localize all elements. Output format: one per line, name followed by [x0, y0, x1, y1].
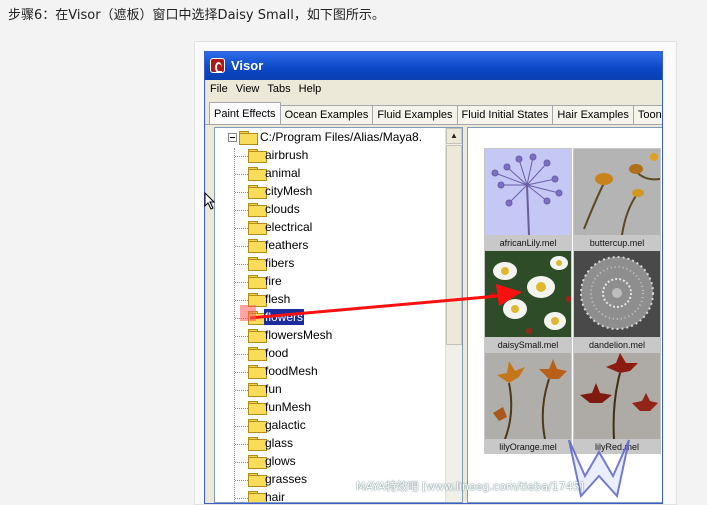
preset-caption: dandelion.mel — [588, 340, 646, 350]
tree-item-label: animal — [265, 166, 301, 180]
tree-item-label: glass — [265, 436, 294, 450]
root-path-label: C:/Program Files/Alias/Maya8. — [260, 130, 423, 144]
tree-item-label: clouds — [265, 202, 300, 216]
tree-branch-line — [235, 156, 248, 157]
tab-hair-examples[interactable]: Hair Examples — [552, 105, 634, 125]
tree-item-label: fun — [265, 382, 282, 396]
collapse-icon[interactable] — [228, 133, 237, 142]
tree-branch-line — [235, 498, 248, 499]
tree-item-label: flowersMesh — [265, 328, 333, 342]
scroll-thumb[interactable] — [446, 145, 462, 345]
tree-branch-line — [235, 444, 248, 445]
tree-branch-line — [235, 390, 248, 391]
preset-caption: buttercup.mel — [589, 238, 645, 248]
tree-branch-line — [235, 228, 248, 229]
menu-help[interactable]: Help — [294, 80, 325, 95]
tree-item-label: funMesh — [265, 400, 312, 414]
tree-guide-line — [234, 148, 235, 502]
tree-branch-line — [235, 282, 248, 283]
tree-item-label: feathers — [265, 238, 309, 252]
tree-branch-line — [235, 210, 248, 211]
tree-branch-line — [235, 480, 248, 481]
preset-african-lily[interactable]: africanLily.mel — [484, 148, 572, 250]
buttercup-image — [574, 149, 660, 235]
menu-file[interactable]: File — [205, 80, 231, 95]
tree-branch-line — [235, 372, 248, 373]
tree-branch-line — [235, 426, 248, 427]
preset-daisy-small[interactable]: daisySmall.mel — [484, 250, 572, 352]
tree-item-label: fibers — [265, 256, 295, 270]
daisy-small-image — [485, 251, 571, 337]
menu-view[interactable]: View — [231, 80, 263, 95]
tab-fluid-initial-states[interactable]: Fluid Initial States — [456, 105, 554, 125]
maya-app-icon — [210, 58, 225, 73]
tree-item-label: galactic — [265, 418, 306, 432]
lily-red-image — [574, 353, 660, 439]
tree-scrollbar[interactable]: ▲ — [445, 128, 462, 502]
folder-icon — [239, 131, 258, 145]
tree-item-label: electrical — [265, 220, 313, 234]
preset-caption: daisySmall.mel — [497, 340, 559, 350]
tree-item-label: hair — [265, 490, 286, 503]
watermark-text: MAYA特效吧 [www.lineeg.com/tieba/1745] — [356, 480, 584, 493]
tree-branch-line — [235, 354, 248, 355]
tab-toon[interactable]: Toon — [632, 105, 662, 125]
menu-tabs[interactable]: Tabs — [262, 80, 293, 95]
tree-branch-line — [235, 300, 248, 301]
preset-dandelion[interactable]: dandelion.mel — [573, 250, 661, 352]
dandelion-image — [574, 251, 660, 337]
tree-item-label: flowers — [264, 309, 305, 325]
tree-item-label: food — [265, 346, 289, 360]
tree-branch-line — [235, 408, 248, 409]
folder-tree: C:/Program Files/Alias/Maya8. airbrush an… — [214, 127, 463, 503]
preset-buttercup[interactable]: buttercup.mel — [573, 148, 661, 250]
tree-item-label: fire — [265, 274, 282, 288]
tree-branch-line — [235, 246, 248, 247]
lily-orange-image — [485, 353, 571, 439]
tree-branch-line — [235, 192, 248, 193]
tree-branch-line — [235, 318, 248, 319]
preset-caption: africanLily.mel — [499, 238, 557, 248]
tree-branch-line — [235, 264, 248, 265]
title-bar[interactable]: Visor — [205, 52, 662, 80]
tab-ocean-examples[interactable]: Ocean Examples — [279, 105, 374, 125]
tree-item-label: glows — [265, 454, 296, 468]
mouse-cursor-icon — [204, 192, 216, 210]
tab-fluid-examples[interactable]: Fluid Examples — [372, 105, 458, 125]
tree-branch-line — [235, 462, 248, 463]
menu-bar: File View Tabs Help — [205, 80, 662, 100]
tree-branch-line — [235, 336, 248, 337]
scroll-up-arrow-icon[interactable]: ▲ — [446, 128, 462, 144]
tab-bar: Paint Effects Ocean Examples Fluid Example… — [205, 102, 662, 125]
tree-item-label: foodMesh — [265, 364, 318, 378]
window-title: Visor — [231, 58, 264, 73]
tree-branch-line — [235, 174, 248, 175]
african-lily-image — [485, 149, 571, 235]
tab-paint-effects[interactable]: Paint Effects — [209, 102, 281, 125]
tree-item-label: flesh — [265, 292, 291, 306]
tree-item-label: cityMesh — [265, 184, 313, 198]
step-instruction: 步骤6：在Visor（遮板）窗口中选择Daisy Small，如下图所示。 — [8, 8, 385, 23]
tree-item-label: grasses — [265, 472, 308, 486]
tree-item-label: airbrush — [265, 148, 309, 162]
